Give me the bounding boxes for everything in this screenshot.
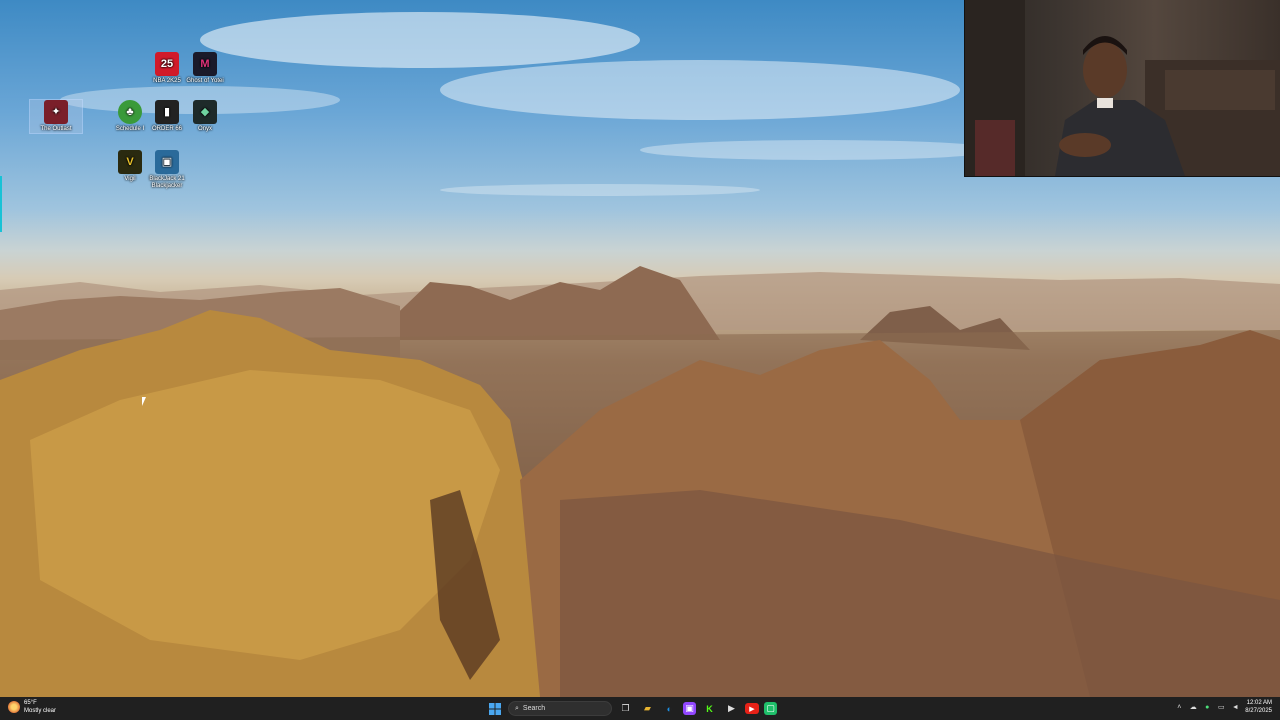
taskbar-center: ⌕ Search ❐ ▰ ◐ ▣ K ▶ ▶ ▢ [486,700,777,717]
clock-date: 8/27/2025 [1245,708,1272,714]
ghost-game-icon: M [193,52,217,76]
task-view-button[interactable]: ❐ [617,700,634,717]
desktop-icon-blackjack[interactable]: ▣ BlackJack 21 Blackjacker [141,150,193,190]
weather-icon [8,701,20,713]
app-icon: ▢ [766,703,775,713]
twitch-icon: ▣ [685,703,694,713]
taskbar-search[interactable]: ⌕ Search [508,701,612,716]
desktop-icon-label: Onyx [197,126,212,132]
edge-button[interactable]: ◐ [661,700,678,717]
search-placeholder: Search [522,705,546,712]
kick-icon: K [706,703,713,714]
outlast-icon: ✦ [44,100,68,124]
desktop-icon-the-outlast[interactable]: ✦ The Outlast [29,99,83,134]
mouse-cursor-icon [142,397,146,406]
webcam-overlay [964,0,1280,177]
vigil-icon: V [118,150,142,174]
system-tray: ˄ ☁ ● ▭ ◄ 12:02 AM 8/27/2025 [1175,699,1272,715]
onyx-icon: ◆ [193,100,217,124]
desktop-icon-label: Ghost of Yotei [186,78,224,84]
edge-icon: ◐ [666,703,673,714]
kick-button[interactable]: K [701,700,718,717]
weather-condition: Mostly clear [24,708,57,714]
youtube-icon: ▶ [749,705,755,713]
clock[interactable]: 12:02 AM 8/27/2025 [1245,699,1272,715]
weather-temp: 65°F [24,700,37,706]
desktop-icon-label: BlackJack 21 Blackjacker [149,176,185,189]
weather-widget[interactable]: 65°F Mostly clear [8,699,56,715]
windows-logo-icon [488,702,501,715]
left-edge-accent [0,176,2,232]
schedule-icon: ♣ [118,100,142,124]
network-icon[interactable]: ▭ [1217,703,1225,711]
chevron-up-icon[interactable]: ˄ [1175,703,1183,711]
play-circle-icon: ▶ [728,703,735,713]
file-explorer-button[interactable]: ▰ [639,700,656,717]
webcam-scene [965,0,1280,176]
mic-icon[interactable]: ● [1203,703,1211,711]
blackjack-icon: ▣ [155,150,179,174]
desktop-icon-onyx[interactable]: ◆ Onyx [179,100,231,133]
order66-icon: ▮ [155,100,179,124]
folder-icon: ▰ [644,703,651,713]
cloud-icon[interactable]: ☁ [1189,703,1197,711]
desktop-icon-label: The Outlast [40,126,72,132]
green-app-button[interactable]: ▢ [764,702,777,715]
search-icon: ⌕ [515,704,519,712]
media-player-button[interactable]: ▶ [723,700,740,717]
task-view-icon: ❐ [621,703,630,713]
twitch-button[interactable]: ▣ [683,702,696,715]
taskbar: 65°F Mostly clear ⌕ Search ❐ ▰ ◐ ▣ K ▶ ▶… [0,697,1280,720]
start-button[interactable] [486,700,503,717]
nba2k25-icon: 25 [155,52,179,76]
volume-icon[interactable]: ◄ [1231,703,1239,711]
youtube-button[interactable]: ▶ [745,703,759,714]
desktop-icon-ghost[interactable]: M Ghost of Yotei [179,52,231,85]
clock-time: 12:02 AM [1246,700,1272,706]
